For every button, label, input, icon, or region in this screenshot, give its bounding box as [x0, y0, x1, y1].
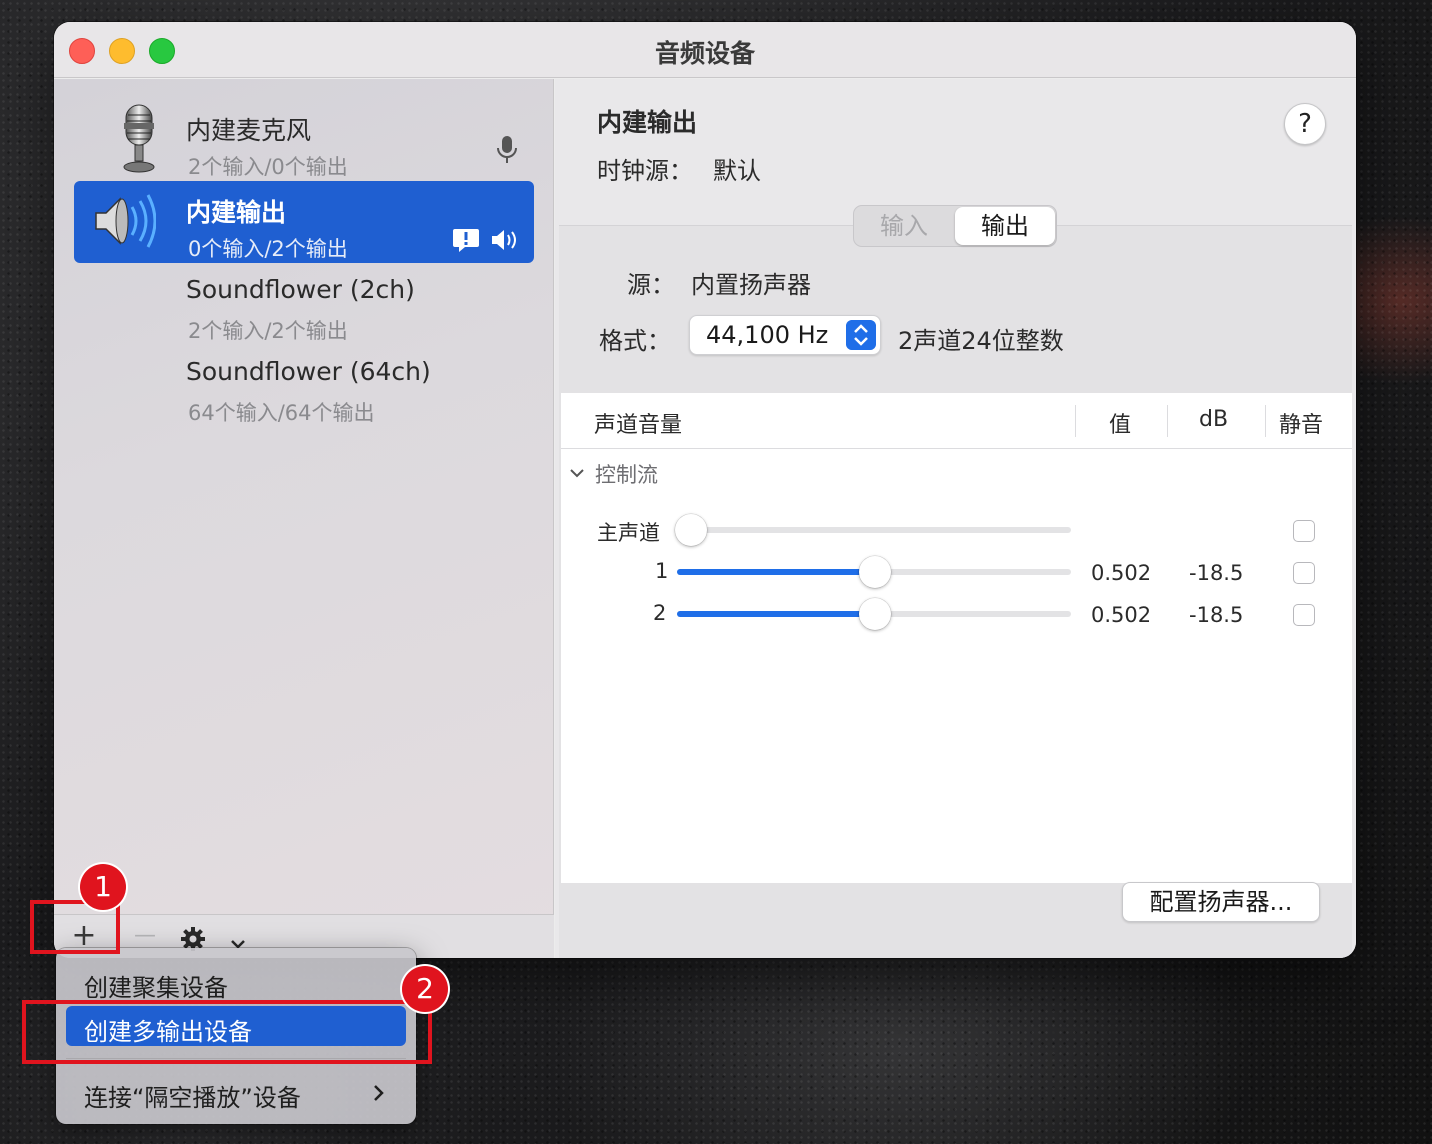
channel-1-volume-knob[interactable] — [859, 556, 891, 588]
device-io-count: 64个输入/64个输出 — [188, 401, 375, 425]
channel-1-volume-fill — [677, 569, 875, 575]
device-item-soundflower-64ch[interactable]: Soundflower (64ch) 64个输入/64个输出 — [74, 345, 534, 427]
remove-device-button[interactable]: — — [130, 921, 160, 951]
speaker-icon — [95, 194, 156, 248]
format-select[interactable]: 44,100 Hz — [689, 315, 881, 355]
input-mic-icon — [497, 136, 517, 163]
help-button[interactable]: ? — [1284, 103, 1326, 145]
tab-output[interactable]: 输出 — [955, 207, 1055, 245]
chevron-right-icon — [374, 1085, 384, 1101]
master-volume-slider[interactable] — [677, 527, 1071, 533]
mute-checkbox-channel-1[interactable] — [1293, 562, 1315, 584]
alert-message-icon — [453, 229, 479, 252]
header-db: dB — [1199, 407, 1229, 432]
section-control-stream: 控制流 — [595, 463, 658, 487]
table-header: 声道音量 值 dB 静音 — [561, 393, 1352, 449]
row-label-master: 主声道 — [597, 521, 660, 545]
device-name: Soundflower (2ch) — [186, 275, 415, 304]
source-label: 源： — [627, 271, 675, 299]
device-sidebar: 内建麦克风 2个输入/0个输出 内建输出 0个输入/2个输出 Soundflow… — [54, 79, 554, 958]
menu-item-label: 连接“隔空播放”设备 — [84, 1084, 301, 1112]
microphone-icon — [123, 104, 155, 173]
annotation-badge-1: 1 — [80, 864, 126, 910]
header-mute: 静音 — [1279, 413, 1324, 438]
channel-volume-table: 声道音量 值 dB 静音 控制流 主声道 1 0.502 -18.5 2 0.5… — [561, 393, 1352, 883]
channel-1-db: -18.5 — [1189, 561, 1244, 585]
device-name: Soundflower (64ch) — [186, 357, 431, 386]
channel-2-volume-fill — [677, 611, 875, 617]
menu-item-label: 创建聚集设备 — [84, 974, 228, 1002]
format-value: 44,100 Hz — [706, 321, 829, 349]
clock-source-value[interactable]: 默认 — [713, 151, 761, 186]
device-title: 内建输出 — [597, 108, 698, 137]
configure-speakers-button[interactable]: 配置扬声器... — [1122, 882, 1320, 922]
menu-item-create-aggregate-device[interactable]: 创建聚集设备 — [66, 962, 406, 1002]
row-label-channel-1: 1 — [655, 559, 669, 583]
mute-checkbox-channel-2[interactable] — [1293, 604, 1315, 626]
channel-2-volume-knob[interactable] — [859, 598, 891, 630]
io-segmented-control: 输入 输出 — [853, 205, 1057, 247]
device-name: 内建输出 — [186, 198, 287, 227]
window-title: 音频设备 — [654, 39, 755, 68]
annotation-box-2 — [22, 1000, 432, 1064]
channel-1-value: 0.502 — [1091, 561, 1152, 585]
clock-source-label: 时钟源： — [597, 157, 693, 185]
output-speaker-icon — [492, 230, 516, 250]
device-io-count: 2个输入/2个输出 — [188, 319, 348, 343]
audio-midi-window: 音频设备 内建麦克风 2个输入/0个输出 内建输出 0个输入/2个输出 Soun… — [54, 22, 1356, 958]
format-description: 2声道24位整数 — [898, 327, 1064, 355]
device-io-count: 0个输入/2个输出 — [188, 237, 348, 261]
updown-stepper-icon — [846, 320, 876, 350]
channel-2-value: 0.502 — [1091, 603, 1152, 627]
master-volume-knob[interactable] — [675, 514, 707, 546]
titlebar: 音频设备 — [54, 22, 1356, 78]
device-item-soundflower-2ch[interactable]: Soundflower (2ch) 2个输入/2个输出 — [74, 263, 534, 345]
device-io-count: 2个输入/0个输出 — [188, 155, 348, 179]
tab-input[interactable]: 输入 — [854, 206, 954, 246]
device-item-builtin-mic[interactable]: 内建麦克风 2个输入/0个输出 — [74, 99, 534, 181]
header-channel-volume: 声道音量 — [594, 413, 683, 438]
row-label-channel-2: 2 — [653, 601, 667, 625]
source-value: 内置扬声器 — [691, 271, 811, 299]
annotation-badge-2: 2 — [402, 966, 448, 1012]
device-name: 内建麦克风 — [186, 116, 312, 145]
header-value: 值 — [1109, 413, 1132, 438]
mute-checkbox-master[interactable] — [1293, 520, 1315, 542]
channel-2-db: -18.5 — [1189, 603, 1244, 627]
menu-item-connect-airplay-device[interactable]: 连接“隔空播放”设备 — [66, 1072, 406, 1112]
device-detail-pane: 内建输出 时钟源： 默认 ? 输入 输出 源： 内置扬声器 格式： 44,100… — [555, 79, 1356, 958]
format-label: 格式： — [599, 327, 671, 355]
device-item-builtin-output[interactable]: 内建输出 0个输入/2个输出 — [74, 181, 534, 263]
disclosure-chevron-icon[interactable] — [569, 467, 585, 479]
